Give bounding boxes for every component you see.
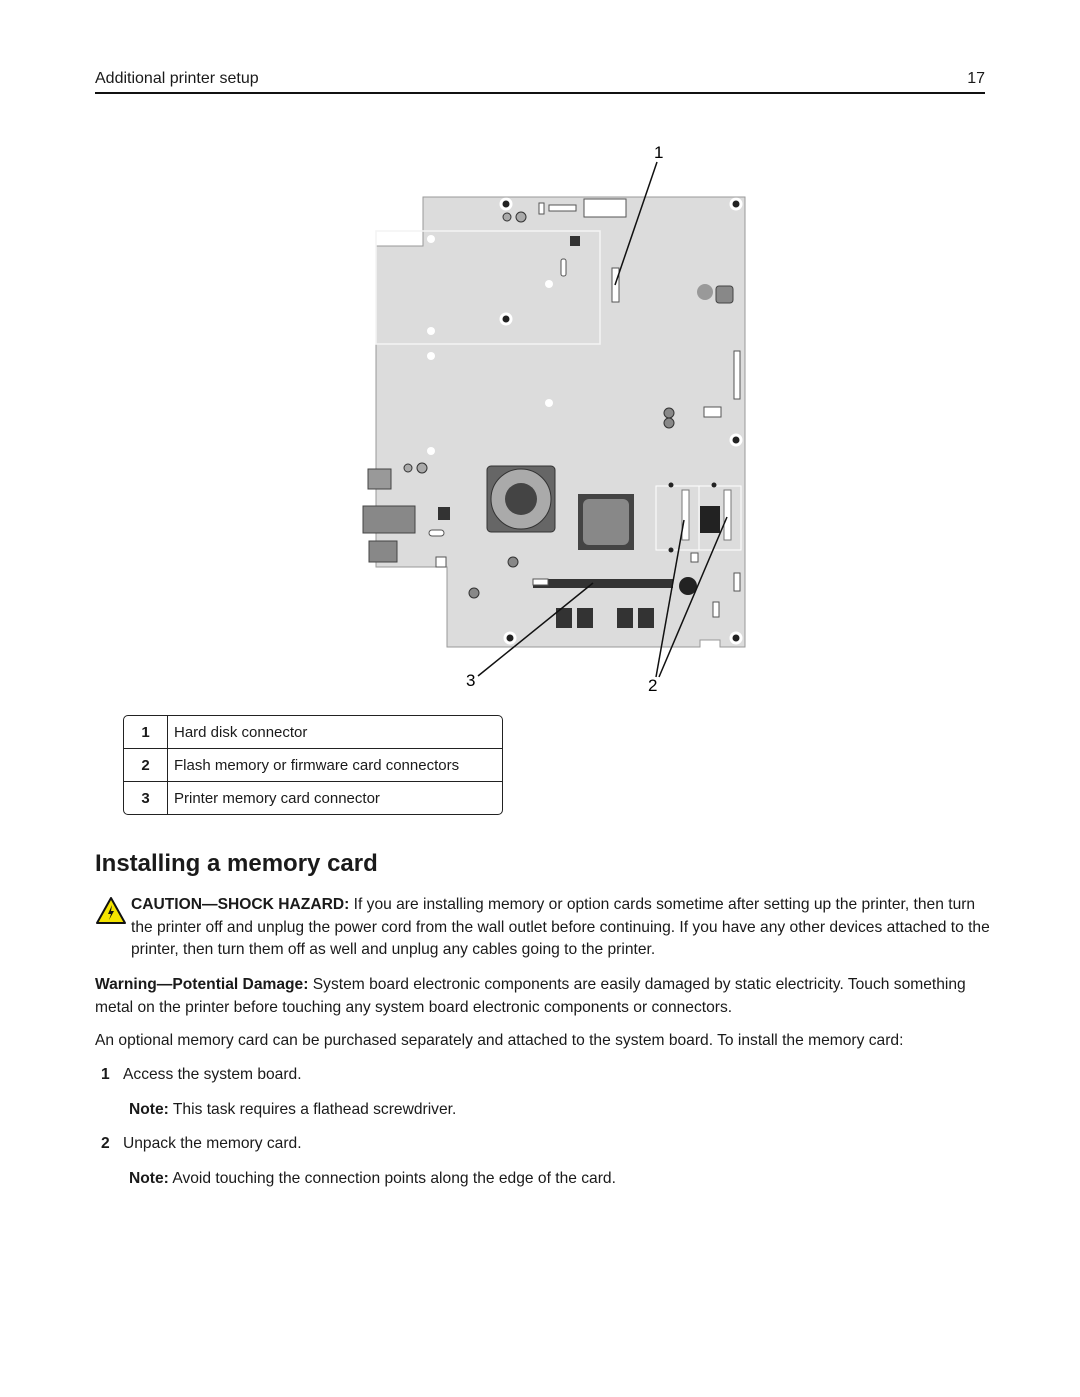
note-text: Avoid touching the connection points alo… — [168, 1170, 616, 1187]
step-text: Access the system board. — [123, 1066, 302, 1083]
callout-1: 1 — [654, 143, 663, 162]
callout-3: 3 — [466, 671, 475, 690]
note-label: Note: — [129, 1170, 169, 1187]
table-row: 2 Flash memory or firmware card connector… — [124, 749, 502, 782]
system-board-diagram: 1 2 3 — [362, 143, 746, 695]
header-rule — [95, 92, 985, 94]
legend-number: 2 — [124, 749, 168, 782]
step-2-note: Note: Avoid touching the connection poin… — [129, 1168, 616, 1190]
fan — [486, 465, 556, 533]
legend-number: 1 — [124, 716, 168, 749]
page-number: 17 — [967, 70, 985, 87]
step-1-note: Note: This task requires a flathead scre… — [129, 1099, 456, 1121]
legend-label: Hard disk connector — [168, 716, 502, 749]
legend-label: Flash memory or firmware card connectors — [168, 749, 502, 782]
step-number: 1 — [101, 1066, 110, 1083]
section-title: Additional printer setup — [95, 70, 259, 87]
note-label: Note: — [129, 1101, 169, 1118]
step-text: Unpack the memory card. — [123, 1135, 302, 1152]
callout-2: 2 — [648, 676, 657, 695]
table-row: 3 Printer memory card connector — [124, 782, 502, 814]
warning-shock-icon — [96, 897, 126, 924]
warning-notice: Warning—Potential Damage: System board e… — [95, 974, 990, 1019]
intro-text: An optional memory card can be purchased… — [95, 1032, 904, 1049]
table-row: 1 Hard disk connector — [124, 716, 502, 749]
legend-number: 3 — [124, 782, 168, 814]
note-text: This task requires a flathead screwdrive… — [168, 1101, 457, 1118]
caution-notice: CAUTION—SHOCK HAZARD: If you are install… — [131, 894, 991, 962]
legend-table: 1 Hard disk connector 2 Flash memory or fi… — [123, 715, 503, 815]
legend-label: Printer memory card connector — [174, 789, 380, 807]
section-heading: Installing a memory card — [95, 850, 378, 877]
warning-label: Warning—Potential Damage: — [95, 976, 309, 993]
caution-label: CAUTION—SHOCK HAZARD: — [131, 896, 350, 913]
step-number: 2 — [101, 1135, 110, 1152]
